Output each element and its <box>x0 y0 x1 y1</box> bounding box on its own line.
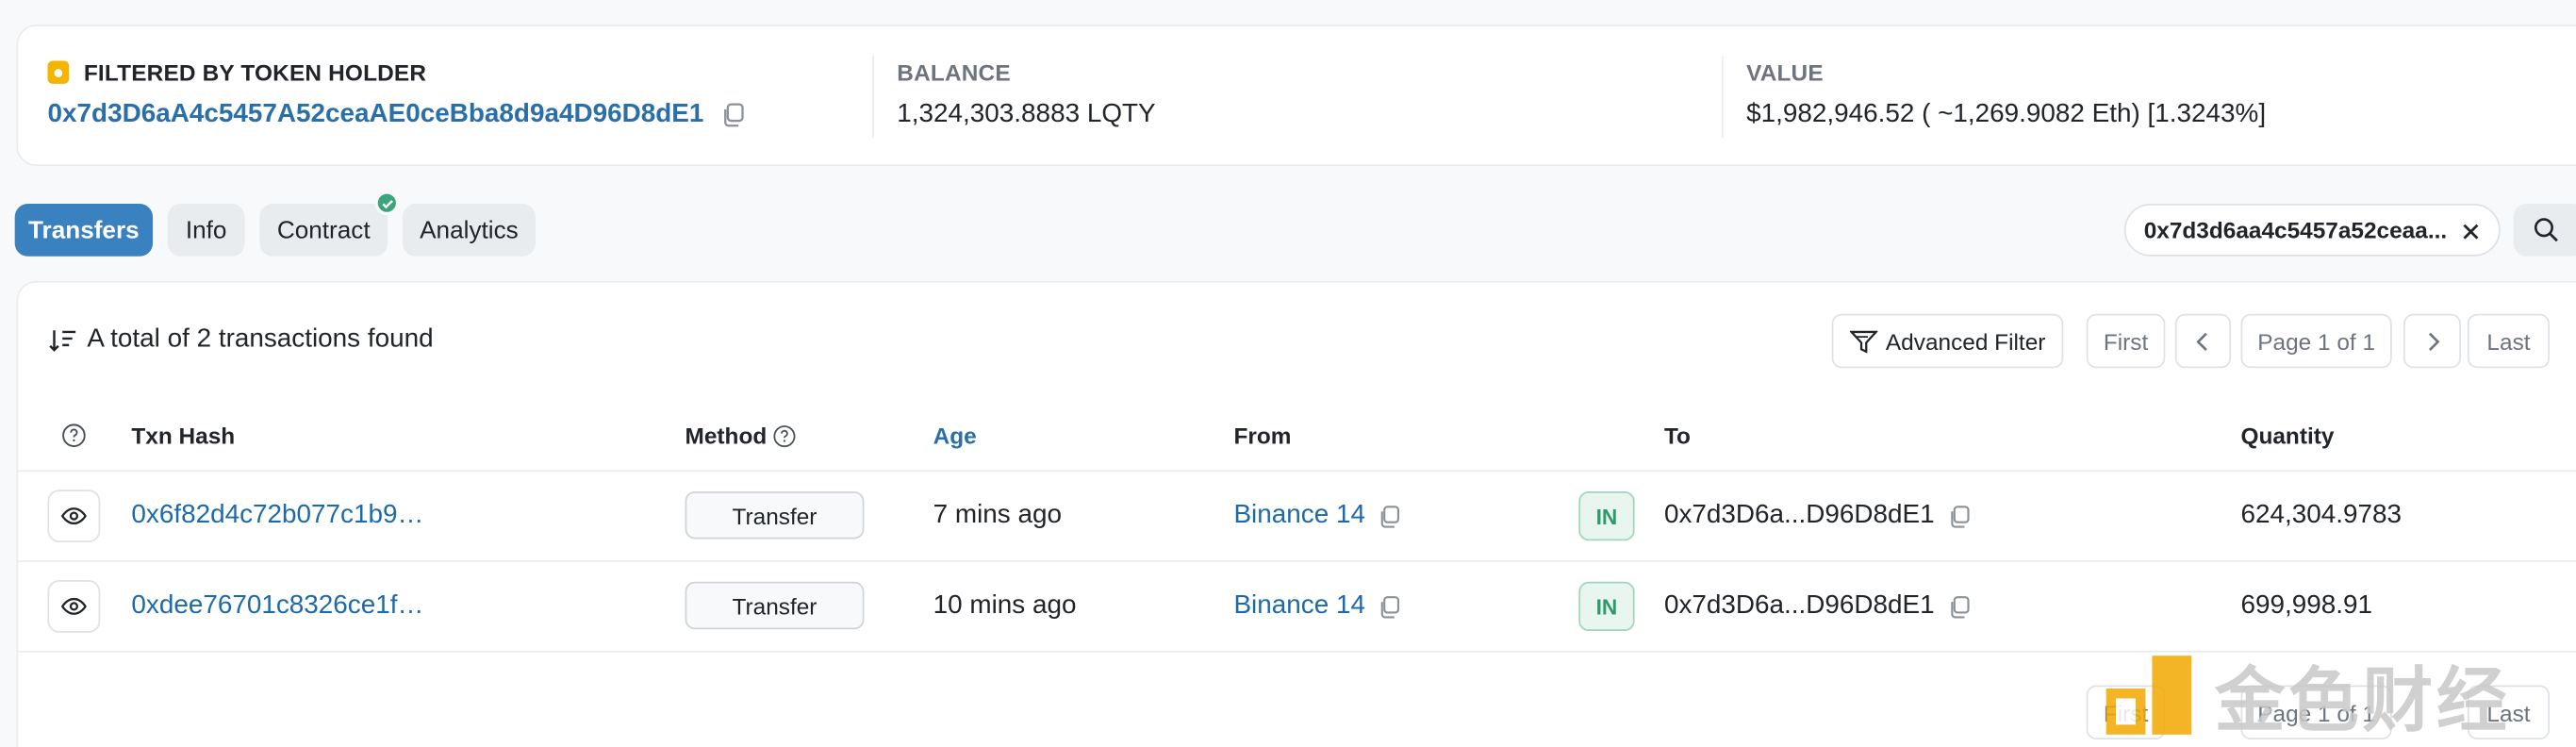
direction-in-badge: IN <box>1578 581 1635 632</box>
method-badge: Transfer <box>685 581 865 630</box>
column-header-txn-hash: Txn Hash <box>131 422 236 449</box>
verified-check-icon <box>374 191 400 216</box>
column-header-to: To <box>1663 422 1691 449</box>
method-badge: Transfer <box>685 490 865 540</box>
balance-column: BALANCE 1,324,303.8883 LQTY <box>897 59 1155 130</box>
age-cell: 7 mins ago <box>933 501 1062 530</box>
holder-column: FILTERED BY TOKEN HOLDER 0x7d3D6aA4c5457… <box>47 58 747 130</box>
pager-prev-button[interactable] <box>2174 313 2232 369</box>
total-count: A total of 2 transactions found <box>48 325 434 355</box>
preview-button[interactable] <box>47 580 101 633</box>
from-cell: Binance 14 <box>1233 498 1401 534</box>
divider <box>872 56 874 139</box>
advanced-filter-label: Advanced Filter <box>1885 327 2046 355</box>
total-text: A total of 2 transactions found <box>87 324 434 354</box>
chevron-left-icon <box>2196 331 2207 351</box>
age-cell: 10 mins ago <box>933 591 1077 620</box>
search-button[interactable] <box>2513 204 2576 257</box>
close-icon[interactable] <box>2457 219 2484 245</box>
copy-icon[interactable] <box>720 102 747 128</box>
address-filter-chip[interactable]: 0x7d3d6aa4c5457a52ceaa... <box>2123 204 2501 257</box>
to-cell: 0x7d3D6a...D96D8dE1 <box>1664 589 1971 624</box>
quantity-cell: 624,304.9783 <box>2240 501 2403 530</box>
holder-address-row: 0x7d3D6aA4c5457A52ceaAE0ceBba8d9a4D96D8d… <box>48 100 747 129</box>
holder-badge-icon <box>47 60 70 84</box>
pager-page-label: Page 1 of 1 <box>2240 313 2392 369</box>
value-label: VALUE <box>1746 58 1824 86</box>
tab-info[interactable]: Info <box>167 204 245 257</box>
value-column: VALUE $1,982,946.52 ( ~1,269.9082 Eth) [… <box>1746 59 2266 130</box>
advanced-filter-button[interactable]: Advanced Filter <box>1831 313 2064 369</box>
txn-hash-link[interactable]: 0xdee76701c8326ce1f… <box>131 589 423 624</box>
direction-in-badge: IN <box>1578 490 1635 541</box>
pager-next-button[interactable] <box>2403 313 2461 369</box>
page: FILTERED BY TOKEN HOLDER 0x7d3D6aA4c5457… <box>0 0 2576 747</box>
pager-first-button[interactable]: First <box>2086 313 2166 369</box>
row-divider <box>18 560 2576 562</box>
tab-contract-label: Contract <box>276 216 371 244</box>
balance-label: BALANCE <box>897 58 1011 86</box>
filter-funnel-icon <box>1849 329 1878 353</box>
holder-label: FILTERED BY TOKEN HOLDER <box>83 58 427 86</box>
help-circle-icon[interactable] <box>60 423 87 449</box>
txn-hash-link[interactable]: 0x6f82d4c72b077c1b9… <box>131 498 423 534</box>
search-icon <box>2534 218 2558 242</box>
balance-value: 1,324,303.8883 LQTY <box>897 100 1156 128</box>
quantity-cell: 699,998.91 <box>2240 591 2373 620</box>
watermark: 金色财经 <box>2103 644 2510 746</box>
from-address-link[interactable]: Binance 14 <box>1233 501 1364 530</box>
to-address: 0x7d3D6a...D96D8dE1 <box>1663 501 1935 530</box>
tab-analytics[interactable]: Analytics <box>402 204 536 257</box>
copy-icon[interactable] <box>1946 504 1971 528</box>
to-cell: 0x7d3D6a...D96D8dE1 <box>1664 498 1971 534</box>
row-divider <box>18 470 2576 473</box>
from-address-link[interactable]: Binance 14 <box>1233 591 1364 621</box>
eye-icon <box>60 597 87 615</box>
eye-icon <box>60 507 87 525</box>
token-holder-summary: FILTERED BY TOKEN HOLDER 0x7d3D6aA4c5457… <box>16 25 2576 166</box>
filter-chip-text: 0x7d3d6aa4c5457a52ceaa... <box>2143 216 2448 243</box>
tab-contract[interactable]: Contract <box>259 191 400 257</box>
sort-icon <box>49 330 76 352</box>
value-value: $1,982,946.52 ( ~1,269.9082 Eth) [1.3243… <box>1746 100 2267 128</box>
to-address: 0x7d3D6a...D96D8dE1 <box>1663 591 1935 620</box>
tab-transfers[interactable]: Transfers <box>14 204 154 257</box>
column-header-age[interactable]: Age <box>933 423 977 449</box>
help-circle-icon[interactable] <box>771 423 796 448</box>
from-cell: Binance 14 <box>1233 589 1401 624</box>
column-header-from: From <box>1233 422 1292 449</box>
jinse-logo-icon <box>2105 656 2192 735</box>
copy-icon[interactable] <box>1946 594 1971 619</box>
holder-address-link[interactable]: 0x7d3D6aA4c5457A52ceaAE0ceBba8d9a4D96D8d… <box>48 100 704 129</box>
preview-button[interactable] <box>47 490 101 542</box>
method-header-label: Method <box>685 422 768 449</box>
holder-label-row: FILTERED BY TOKEN HOLDER <box>47 58 747 86</box>
watermark-text: 金色财经 <box>2214 662 2511 741</box>
copy-icon[interactable] <box>1377 594 1401 619</box>
column-header-method: Method <box>685 423 797 449</box>
divider <box>1721 56 1724 139</box>
chevron-right-icon <box>2428 331 2439 351</box>
column-header-quantity: Quantity <box>2240 422 2335 449</box>
pager-last-button[interactable]: Last <box>2467 313 2551 369</box>
copy-icon[interactable] <box>1377 504 1401 528</box>
